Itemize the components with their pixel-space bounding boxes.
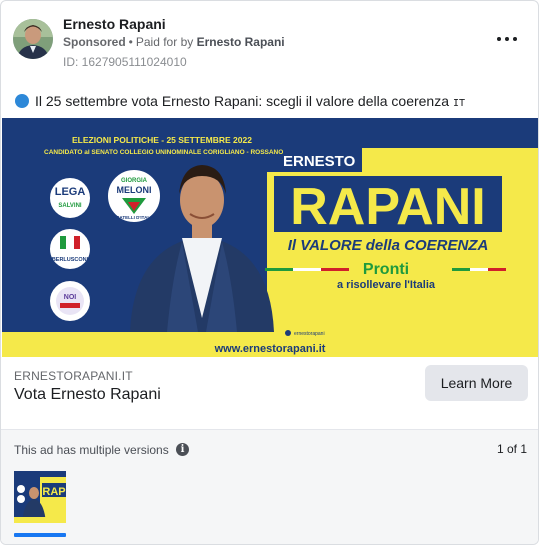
ad-creative-image[interactable]: ELEZIONI POLITICHE - 25 SETTEMBRE 2022 C… xyxy=(2,118,538,357)
creative-risollevare: a risollevare l'Italia xyxy=(337,279,436,291)
creative-pronti: Pronti xyxy=(363,261,409,278)
selected-version-indicator xyxy=(14,533,66,537)
version-thumbnail[interactable]: RAP xyxy=(14,471,66,523)
creative-slogan: Il VALORE della COERENZA xyxy=(288,237,489,254)
link-title[interactable]: Vota Ernesto Rapani xyxy=(14,386,161,404)
creative-website: www.ernestorapani.it xyxy=(214,343,326,355)
ad-versions-panel: This ad has multiple versions i 1 of 1 R… xyxy=(1,429,538,544)
creative-first-name: ERNESTO xyxy=(283,153,356,170)
fdi-logo-giorgia: GIORGIA xyxy=(121,178,148,184)
forza-italia-logo: BERLUSCONI xyxy=(48,227,92,271)
more-horizontal-icon[interactable] xyxy=(496,33,518,45)
learn-more-button[interactable]: Learn More xyxy=(425,365,528,401)
ad-header: Ernesto Rapani Sponsored • Paid for by Ern… xyxy=(13,15,528,71)
advertiser-name[interactable]: Ernesto Rapani xyxy=(63,16,166,32)
fi-logo-text: BERLUSCONI xyxy=(52,257,89,263)
meta-separator: • xyxy=(128,35,133,49)
version-pager: 1 of 1 xyxy=(496,442,527,456)
paid-for-by-name: Ernesto Rapani xyxy=(196,35,285,49)
advertiser-avatar[interactable] xyxy=(13,19,53,59)
link-domain: ERNESTORAPANI.IT xyxy=(14,369,133,383)
sponsored-line: Sponsored • Paid for by Ernesto Rapani xyxy=(63,35,285,49)
creative-social-handle: ernestorapani xyxy=(294,331,325,337)
sponsored-label: Sponsored xyxy=(63,35,126,49)
fratelli-italia-logo: GIORGIA MELONI FRATELLI D'ITALIA xyxy=(106,168,162,224)
ad-body-text: Il 25 settembre vota Ernesto Rapani: sce… xyxy=(15,93,465,109)
ad-card: Ernesto Rapani Sponsored • Paid for by Ern… xyxy=(0,0,539,545)
italy-flag-label: IT xyxy=(453,98,466,109)
ad-body-copy: Il 25 settembre vota Ernesto Rapani: sce… xyxy=(35,93,449,109)
svg-text:RAP: RAP xyxy=(42,486,65,498)
blue-circle-emoji-icon xyxy=(15,94,29,108)
noi-moderati-logo: NOI xyxy=(48,279,92,323)
lega-logo: LEGA SALVINI xyxy=(48,176,92,220)
lega-logo-salvini: SALVINI xyxy=(58,203,82,209)
multiple-versions-label: This ad has multiple versions xyxy=(14,443,169,457)
paid-for-by-prefix: Paid for by xyxy=(135,35,194,49)
lega-logo-text: LEGA xyxy=(55,186,86,198)
link-preview-bar[interactable]: ERNESTORAPANI.IT Vota Ernesto Rapani Lea… xyxy=(1,357,538,429)
creative-last-name: RAPANI xyxy=(290,178,485,236)
info-icon[interactable]: i xyxy=(176,443,189,456)
fdi-logo-meloni: MELONI xyxy=(117,185,152,195)
creative-subline: CANDIDATO al SENATO COLLEGIO UNINOMINALE… xyxy=(44,149,283,156)
fdi-logo-fratelli: FRATELLI D'ITALIA xyxy=(113,215,155,220)
library-id: ID: 1627905111024010 xyxy=(63,55,187,69)
creative-headline: ELEZIONI POLITICHE - 25 SETTEMBRE 2022 xyxy=(72,135,252,145)
nm-logo-text: NOI xyxy=(64,294,77,301)
